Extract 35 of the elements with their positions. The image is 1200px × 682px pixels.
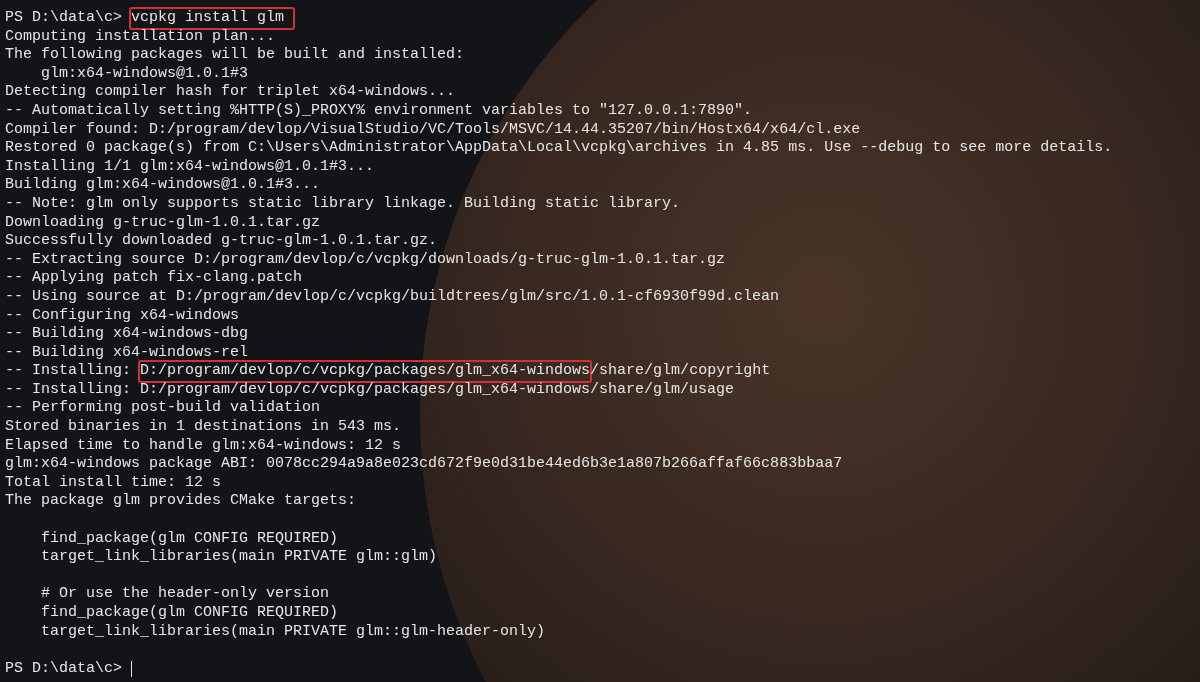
terminal-text: Elapsed time to handle glm:x64-windows: 12 s xyxy=(5,436,402,456)
terminal-text: find_package(glm CONFIG REQUIRED) xyxy=(40,529,339,549)
terminal-text: Total install time: 12 s xyxy=(5,473,222,493)
terminal-text: # Or use the header-only version xyxy=(40,585,330,604)
terminal-text: -- Performing post-build validation xyxy=(5,399,321,419)
terminal-text: Detecting compiler hash for triplet x64-windows... xyxy=(5,83,456,102)
terminal-text: -- Installing: xyxy=(5,362,133,381)
terminal-text: The following packages will be built and installed: xyxy=(5,46,465,65)
terminal-text: -- Extracting source D:/program/devlop/c/vcpkg/downloads/g-truc-glm-1.0.1.tar.gz xyxy=(5,250,726,270)
highlighted-text: vcpkg install glm xyxy=(131,9,294,28)
terminal-text: glm:x64-windows@1.0.1#3 xyxy=(40,64,249,84)
terminal-text: Successfully downloaded g-truc-glm-1.0.1.tar.gz. xyxy=(5,232,438,251)
terminal-text: Restored 0 package(s) from C:\Users\Administrator\AppData\Local\vcpkg\archives in 4.85 ms. Use --debug to see more details. xyxy=(5,139,1113,158)
terminal-text: -- Installing: D:/program/devlop/c/vcpkg/packages/glm_x64-windows/share/glm/usage xyxy=(5,380,735,400)
terminal-text: PS D:\data\c> xyxy=(5,9,124,28)
terminal-text: Installing 1/1 glm:x64-windows@1.0.1#3... xyxy=(5,157,375,177)
terminal-text: -- Building x64-windows-rel xyxy=(5,343,249,363)
terminal-text: glm:x64-windows package ABI: 0078cc294a9a8e023cd672f9e0d31be44ed6b3e1a807b266affaf66c883bbaa7 xyxy=(5,455,843,474)
terminal-text: Building glm:x64-windows@1.0.1#3... xyxy=(5,176,321,195)
terminal-text: -- Automatically setting %HTTP(S)_PROXY% environment variables to "127.0.0.1:7890". xyxy=(5,101,753,121)
terminal-text: -- Configuring x64-windows xyxy=(5,306,240,326)
terminal-text: Downloading g-truc-glm-1.0.1.tar.gz xyxy=(5,213,321,233)
terminal-text: Stored binaries in 1 destinations in 543 ms. xyxy=(5,418,402,437)
terminal-text: Computing installation plan... xyxy=(5,27,276,47)
shell-prompt: PS D:\data\c> xyxy=(5,659,124,679)
terminal-text: -- Note: glm only supports static library linkage. Building static library. xyxy=(5,194,681,214)
terminal-text: -- Using source at D:/program/devlop/c/vcpkg/buildtrees/glm/src/1.0.1-cf6930f99d.clean xyxy=(5,287,780,307)
terminal-text: target_link_libraries(main PRIVATE glm::glm) xyxy=(40,548,438,567)
terminal-text: -- Building x64-windows-dbg xyxy=(5,325,249,344)
terminal-text: -- Applying patch fix-clang.patch xyxy=(5,269,303,288)
terminal-text: Compiler found: D:/program/devlop/VisualStudio/VC/Tools/MSVC/14.44.35207/bin/Hostx64/x64/cl.exe xyxy=(5,120,861,140)
terminal-text: find_package(glm CONFIG REQUIRED) xyxy=(40,604,339,623)
highlighted-text: D:/program/devlop/c/vcpkg/packages/glm_x64-windows xyxy=(140,362,591,381)
terminal-text: The package glm provides CMake targets: xyxy=(5,492,357,512)
terminal-text: target_link_libraries(main PRIVATE glm::glm-header-only) xyxy=(40,622,546,642)
